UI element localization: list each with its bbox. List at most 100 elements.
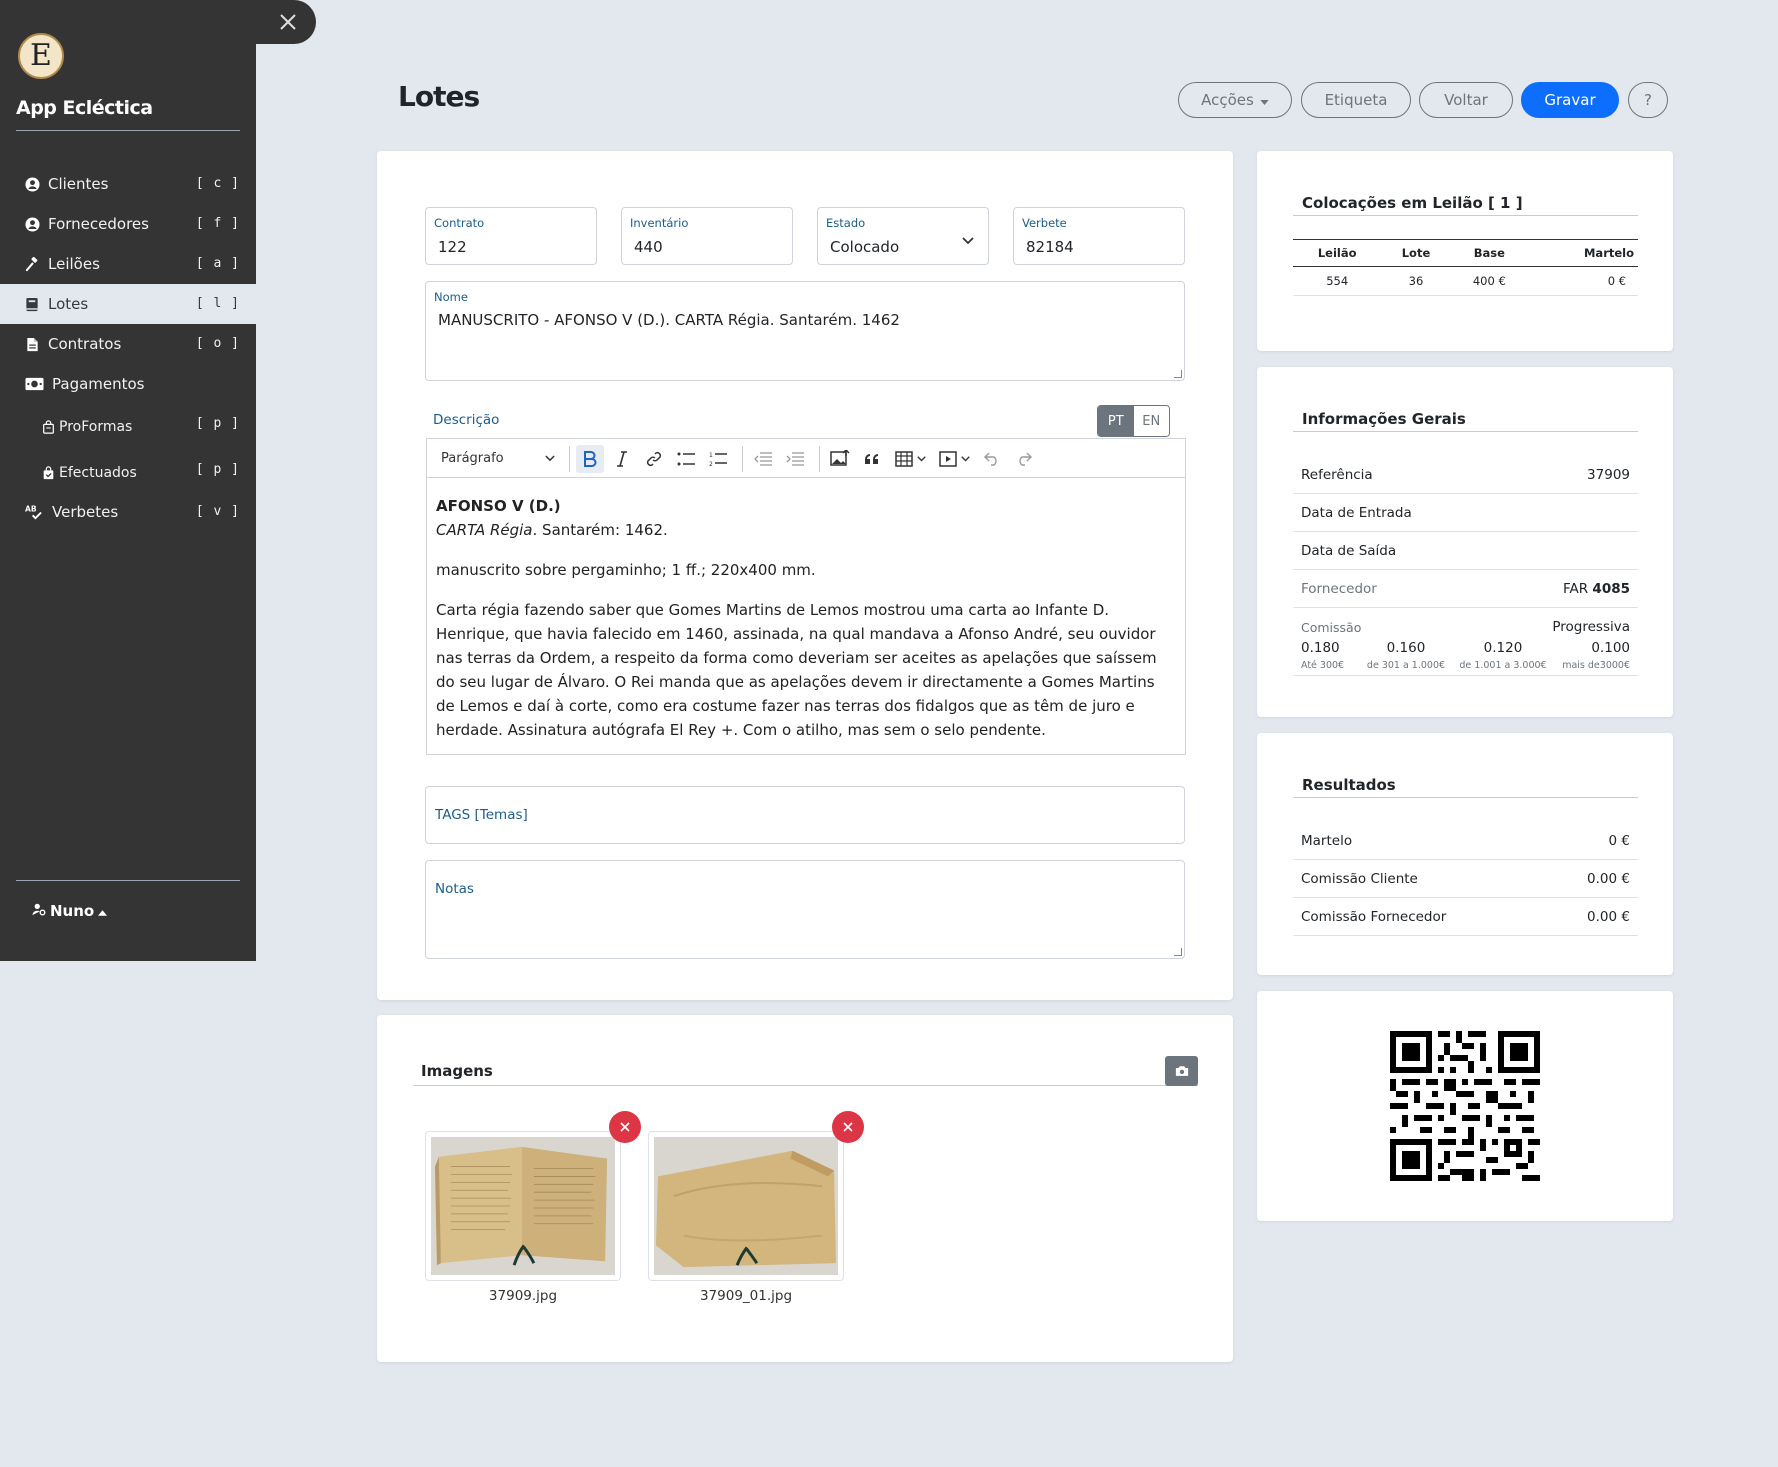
nome-value: MANUSCRITO - AFONSO V (D.). CARTA Régia.…	[438, 311, 900, 329]
numbered-list-icon: 12	[709, 452, 727, 467]
paragraph-format-select[interactable]: Parágrafo	[437, 445, 559, 473]
shortcut-key: [ p ]	[195, 416, 240, 431]
chevron-down-icon	[916, 455, 926, 461]
sidebar-item-contratos[interactable]: Contratos [ o ]	[0, 324, 256, 364]
sidebar-item-verbetes[interactable]: AB Verbetes [ v ]	[0, 492, 256, 532]
save-button[interactable]: Gravar	[1521, 82, 1619, 118]
link-button[interactable]	[640, 445, 668, 473]
editor-paragraph: AFONSO V (D.) CARTA Régia. Santarém: 146…	[436, 494, 1176, 542]
numbered-list-button[interactable]: 12	[704, 445, 732, 473]
svg-text:1: 1	[709, 452, 713, 459]
delete-image-button[interactable]	[832, 1111, 864, 1143]
nome-textarea[interactable]: Nome MANUSCRITO - AFONSO V (D.). CARTA R…	[425, 281, 1185, 381]
sidebar-item-proformas[interactable]: ProFormas [ p ]	[0, 404, 256, 450]
fornecedor-row[interactable]: Fornecedor FAR 4085	[1293, 570, 1638, 608]
image-thumbnail[interactable]	[648, 1131, 844, 1281]
undo-button[interactable]	[978, 445, 1006, 473]
back-button[interactable]: Voltar	[1419, 82, 1513, 118]
estado-select[interactable]: Estado Colocado	[817, 207, 989, 265]
desc-physical: manuscrito sobre pergaminho; 1 ff.; 220x…	[436, 561, 816, 579]
outdent-button[interactable]	[749, 445, 777, 473]
help-button[interactable]: ?	[1628, 82, 1668, 118]
desc-body: Carta régia fazendo saber que Gomes Mart…	[436, 601, 1157, 739]
italic-button[interactable]	[608, 445, 636, 473]
indent-button[interactable]	[781, 445, 809, 473]
user-circle-icon	[24, 216, 40, 232]
sidebar-item-pagamentos[interactable]: Pagamentos	[0, 364, 256, 404]
comissao-cliente-label: Comissão Cliente	[1301, 870, 1418, 887]
descricao-label: Descrição	[433, 412, 500, 428]
resize-handle[interactable]	[1174, 370, 1182, 378]
table-cell: 36	[1381, 266, 1451, 296]
desc-title-italic: CARTA Régia	[436, 521, 533, 539]
referencia-label: Referência	[1301, 466, 1373, 483]
svg-text:AB: AB	[25, 504, 37, 513]
sidebar-item-label: ProFormas	[59, 419, 133, 435]
insert-table-button[interactable]	[890, 445, 930, 473]
column-header: Lote	[1381, 239, 1451, 267]
verbete-value: 82184	[1026, 238, 1074, 256]
delete-image-button[interactable]	[609, 1111, 641, 1143]
comissao-block: Comissão Progressiva 0.180 Até 300€ 0.16…	[1293, 608, 1638, 676]
data-entrada-label: Data de Entrada	[1301, 504, 1412, 521]
sidebar-item-label: Leilões	[48, 255, 100, 273]
column-header: Leilão	[1293, 239, 1382, 267]
chevron-down-icon	[962, 233, 974, 249]
description-editor[interactable]: AFONSO V (D.) CARTA Régia. Santarém: 146…	[426, 477, 1186, 755]
add-image-button[interactable]	[1165, 1056, 1198, 1086]
svg-text:2: 2	[709, 461, 713, 467]
notas-label: Notas	[435, 881, 474, 897]
redo-icon	[1019, 452, 1032, 466]
redo-button[interactable]	[1010, 445, 1038, 473]
book-icon	[24, 296, 40, 312]
resultados-title: Resultados	[1302, 776, 1396, 794]
resize-handle[interactable]	[1174, 948, 1182, 956]
images-divider	[413, 1085, 1198, 1086]
contrato-field[interactable]: Contrato 122	[425, 207, 597, 265]
app-brand[interactable]: App Ecléctica	[16, 97, 153, 119]
tier-value: 0.120	[1483, 640, 1523, 656]
tags-label: TAGS [Temas]	[435, 807, 528, 823]
app-logo[interactable]: E	[18, 33, 64, 79]
insert-media-button[interactable]	[934, 445, 974, 473]
shortcut-key: [ l ]	[195, 296, 240, 311]
images-title: Imagens	[421, 1062, 493, 1080]
lang-pt-button[interactable]: PT	[1098, 406, 1134, 436]
toolbar-divider	[742, 445, 743, 472]
lang-en-button[interactable]: EN	[1133, 406, 1169, 436]
notas-textarea[interactable]: Notas	[425, 860, 1185, 959]
indent-icon	[786, 451, 804, 466]
actions-label: Acções	[1201, 91, 1254, 109]
table-row[interactable]: 554 36 400 € 0 €	[1293, 266, 1638, 296]
image-thumbnail[interactable]	[425, 1131, 621, 1281]
nome-label: Nome	[434, 290, 468, 304]
bold-button[interactable]	[576, 444, 604, 473]
bullet-list-button[interactable]	[672, 445, 700, 473]
tier-range: Até 300€	[1301, 660, 1345, 671]
image-filename: 37909.jpg	[488, 1288, 558, 1304]
editor-toolbar: Parágrafo 12	[426, 438, 1186, 478]
sidebar-item-fornecedores[interactable]: Fornecedores [ f ]	[0, 204, 256, 244]
sidebar-item-efectuados[interactable]: Efectuados [ p ]	[0, 450, 256, 496]
contrato-label: Contrato	[434, 216, 485, 230]
tags-field[interactable]: TAGS [Temas]	[425, 786, 1185, 844]
verbete-field[interactable]: Verbete 82184	[1013, 207, 1185, 265]
martelo-row: Martelo 0 €	[1293, 822, 1638, 860]
italic-icon	[617, 450, 627, 467]
label-button[interactable]: Etiqueta	[1301, 82, 1411, 118]
language-toggle: PT EN	[1097, 405, 1170, 437]
close-sidebar-button[interactable]	[256, 0, 316, 44]
sidebar-item-leiloes[interactable]: Leilões [ a ]	[0, 244, 256, 284]
sidebar-item-clientes[interactable]: Clientes [ c ]	[0, 164, 256, 204]
inventario-field[interactable]: Inventário 440	[621, 207, 793, 265]
comissao-type: Progressiva	[1552, 619, 1630, 635]
sidebar-item-label: Lotes	[48, 295, 89, 313]
caret-down-icon	[1260, 91, 1269, 109]
user-menu[interactable]: Nuno	[32, 902, 108, 920]
file-icon	[24, 336, 40, 352]
blockquote-button[interactable]	[858, 445, 886, 473]
fornecedor-link[interactable]: FAR 4085	[1563, 581, 1630, 597]
image-upload-button[interactable]	[826, 445, 854, 473]
sidebar-item-lotes[interactable]: Lotes [ l ]	[0, 284, 256, 324]
actions-dropdown[interactable]: Acções	[1178, 82, 1292, 118]
